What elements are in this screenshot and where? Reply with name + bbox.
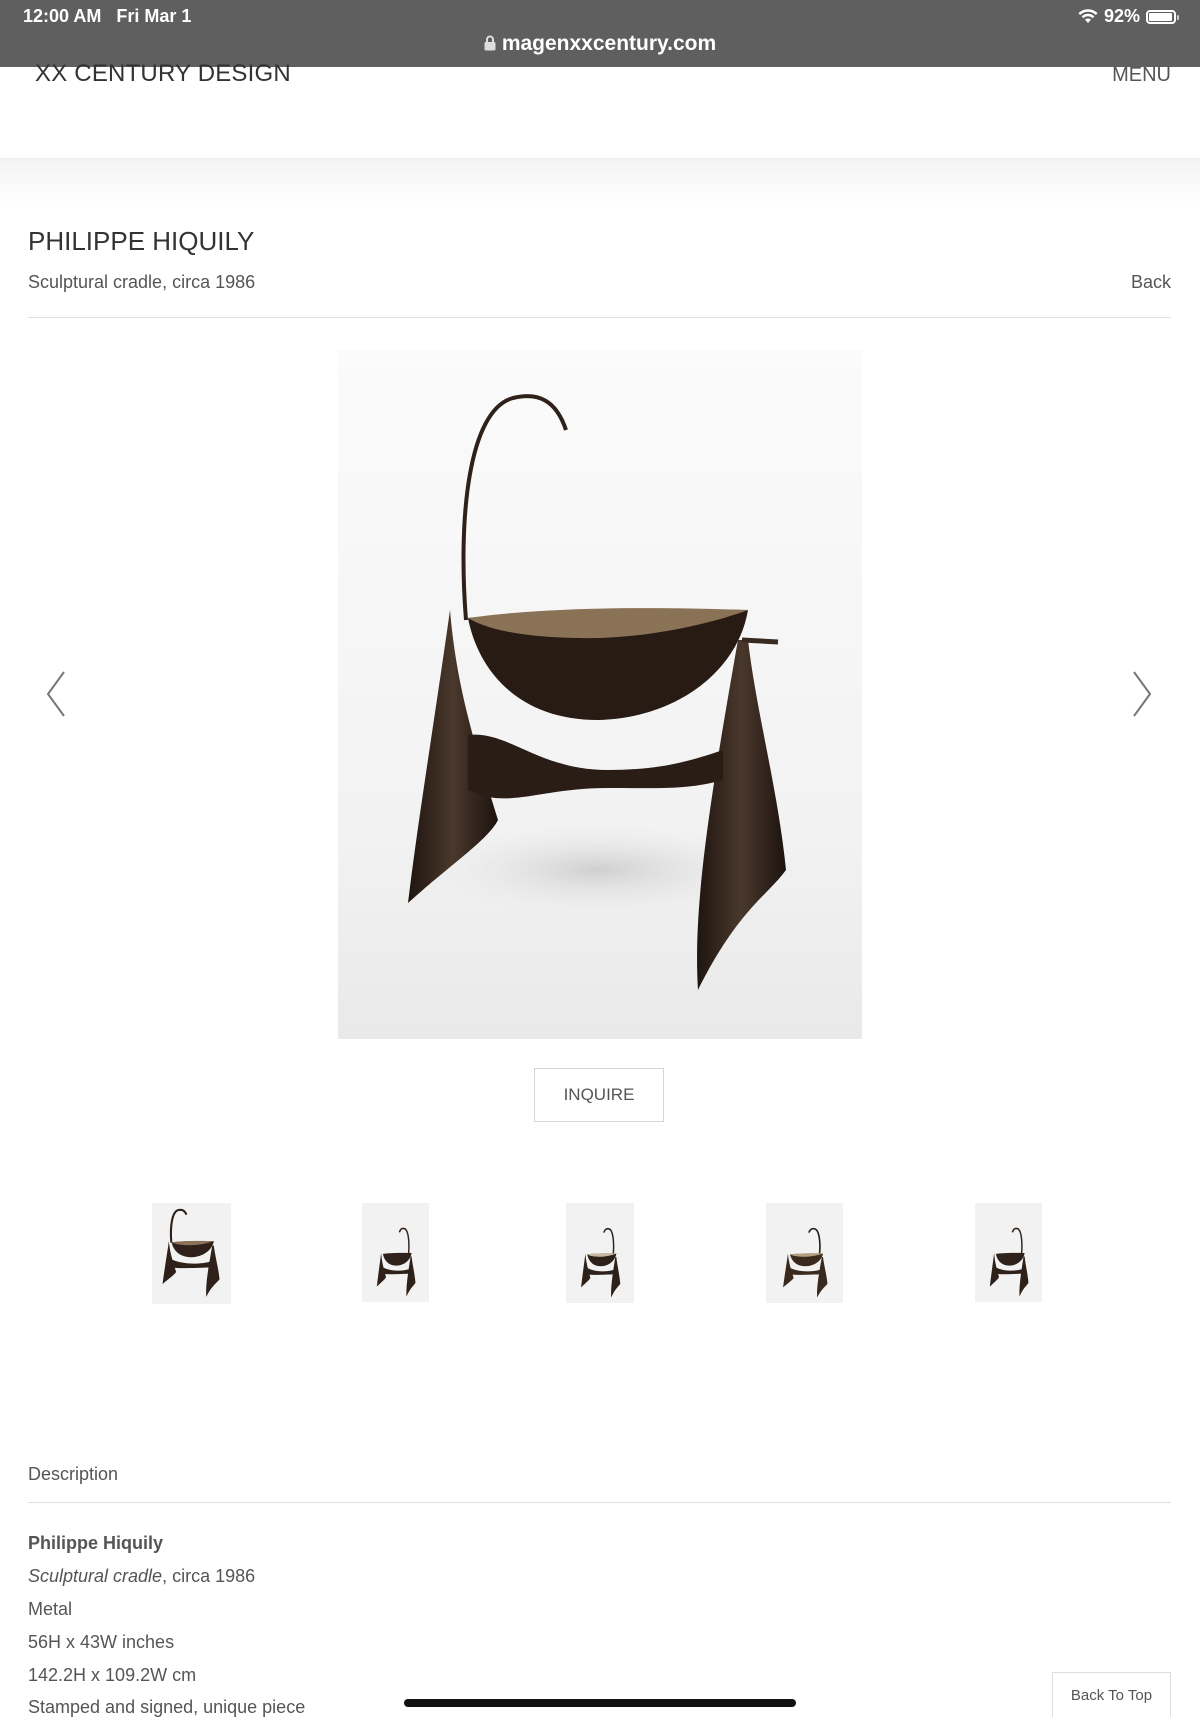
battery-icon [1146, 9, 1179, 24]
divider [28, 317, 1171, 318]
chevron-right-icon[interactable] [1128, 668, 1158, 720]
date-text: Fri Mar 1 [116, 6, 192, 26]
description-heading: Description [28, 1464, 119, 1484]
time-text: 12:00 AM [23, 6, 102, 26]
header-shadow [0, 158, 1200, 209]
thumbnail-3[interactable] [566, 1203, 634, 1303]
product-subtitle: Sculptural cradle, circa 1986 [28, 272, 256, 292]
cradle-thumbnail [989, 1227, 1029, 1297]
page-title: PHILIPPE HIQUILY [28, 226, 255, 256]
description-dimensions-cm: 142.2H x 109.2W cm [28, 1665, 197, 1685]
description-notes: Stamped and signed, unique piece [28, 1697, 306, 1717]
back-link[interactable]: Back [1131, 272, 1171, 293]
chevron-left-icon[interactable] [40, 668, 70, 720]
description-title-rest: , circa 1986 [162, 1566, 256, 1586]
back-to-top-button[interactable]: Back To Top [1052, 1672, 1171, 1717]
site-title[interactable]: XX CENTURY DESIGN [35, 60, 291, 88]
status-bar: 12:00 AM Fri Mar 1 92% magenxxcentury.co… [0, 0, 1200, 67]
divider [28, 1502, 1171, 1503]
lock-icon [484, 35, 496, 51]
thumbnail-2[interactable] [362, 1203, 429, 1302]
description-artist: Philippe Hiquily [28, 1533, 164, 1553]
url-text: magenxxcentury.com [501, 32, 717, 55]
description-title: Sculptural cradle, circa 1986 [28, 1566, 255, 1587]
battery-percent: 92% [1103, 6, 1140, 26]
url-bar[interactable]: magenxxcentury.com [0, 32, 1200, 56]
home-indicator[interactable] [404, 1699, 796, 1707]
thumbnail-1[interactable] [152, 1203, 231, 1304]
thumbnail-4[interactable] [766, 1203, 843, 1303]
product-main-image[interactable] [338, 350, 862, 1039]
description-dimensions-inches: 56H x 43W inches [28, 1632, 175, 1652]
status-right: 92% [1078, 6, 1179, 27]
cradle-thumbnail [162, 1208, 220, 1297]
cradle-thumbnail [783, 1227, 828, 1298]
inquire-button[interactable]: INQUIRE [534, 1068, 664, 1122]
thumbnail-5[interactable] [975, 1203, 1042, 1302]
status-time: 12:00 AM Fri Mar 1 [23, 6, 191, 27]
cradle-thumbnail [376, 1227, 416, 1297]
cradle-sculpture-image [408, 394, 788, 990]
menu-button[interactable]: MENU [1112, 64, 1171, 87]
wifi-icon [1078, 9, 1098, 23]
cradle-thumbnail [581, 1227, 621, 1298]
description-title-italic: Sculptural cradle [28, 1566, 163, 1586]
description-material: Metal [28, 1599, 73, 1619]
